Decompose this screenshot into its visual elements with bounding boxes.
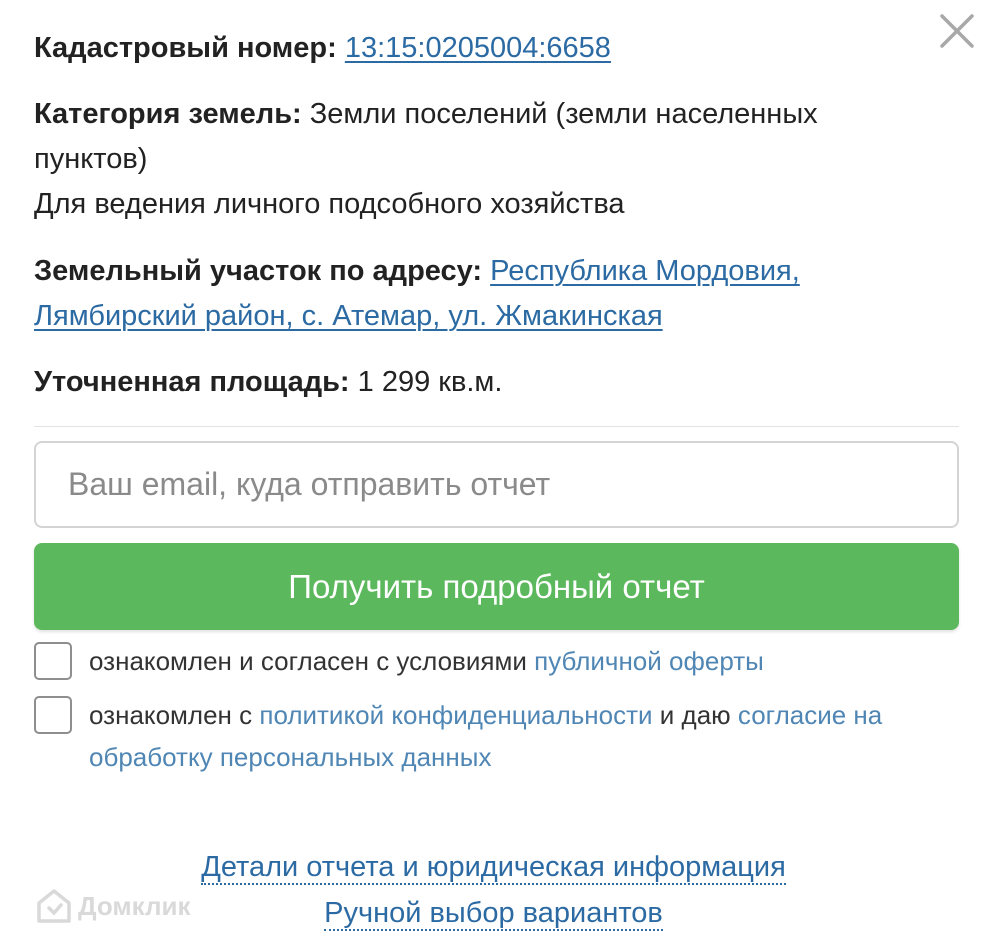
category-row: Категория земель: Земли поселений (земли… (34, 92, 914, 227)
area-row: Уточненная площадь: 1 299 кв.м. (34, 360, 914, 405)
land-usage: Для ведения личного подсобного хозяйства (34, 188, 625, 220)
cadastral-label: Кадастровый номер: (34, 32, 337, 64)
privacy-text-start: ознакомлен с (89, 700, 253, 730)
domclick-logo-icon (37, 889, 71, 923)
category-label: Категория земель: (34, 98, 302, 130)
privacy-consent-row: ознакомлен с политикой конфиденциальност… (34, 694, 959, 778)
area-value: 1 299 кв.м. (357, 366, 503, 398)
privacy-consent-text: ознакомлен с политикой конфиденциальност… (89, 694, 959, 778)
address-row: Земельный участок по адресу: Республика … (34, 249, 914, 339)
watermark-text: Домклик (78, 890, 191, 921)
offer-consent-row: ознакомлен и согласен с условиями публич… (34, 640, 959, 682)
offer-checkbox[interactable] (34, 642, 72, 680)
offer-consent-text: ознакомлен и согласен с условиями публич… (89, 640, 959, 682)
public-offer-link[interactable]: публичной оферты (534, 646, 764, 676)
domclick-watermark: Домклик (36, 886, 190, 926)
report-details-link[interactable]: Детали отчета и юридическая информация (201, 851, 786, 885)
details-link-row: Детали отчета и юридическая информация (0, 847, 987, 887)
close-icon[interactable] (938, 12, 976, 50)
cadastral-row: Кадастровый номер: 13:15:0205004:6658 (34, 26, 914, 71)
report-modal: Кадастровый номер: 13:15:0205004:6658 Ка… (0, 0, 987, 949)
privacy-checkbox[interactable] (34, 696, 72, 734)
email-input[interactable] (34, 441, 959, 528)
privacy-policy-link[interactable]: политикой конфиденциальности (259, 700, 652, 730)
offer-text: ознакомлен и согласен с условиями (89, 646, 527, 676)
get-report-button[interactable]: Получить подробный отчет (34, 543, 959, 630)
address-label: Земельный участок по адресу: (34, 255, 483, 287)
divider (34, 426, 959, 427)
cadastral-number-link[interactable]: 13:15:0205004:6658 (345, 32, 611, 64)
area-label: Уточненная площадь: (34, 366, 350, 398)
manual-selection-link[interactable]: Ручной выбор вариантов (324, 897, 663, 931)
privacy-text-middle: и даю (659, 700, 731, 730)
